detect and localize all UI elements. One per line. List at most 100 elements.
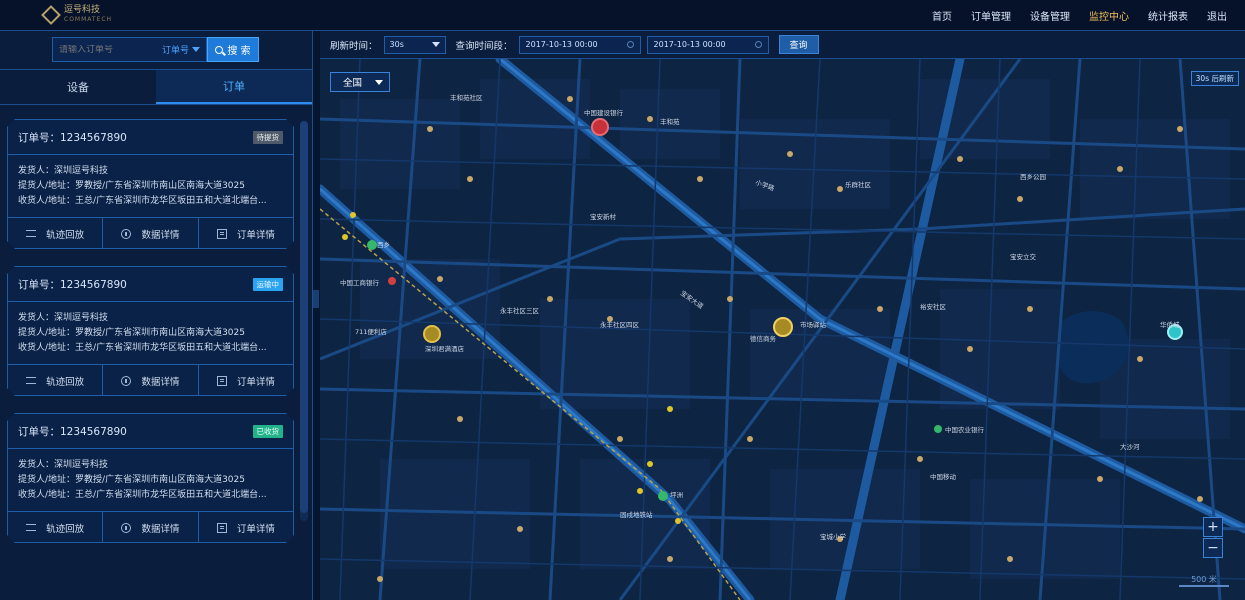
map-label: 华侨城 bbox=[1160, 320, 1180, 329]
receiver-line: 收货人/地址：王总/广东省深圳市龙华区坂田五和大道北端台... bbox=[18, 343, 267, 353]
map-canvas[interactable]: 中国建设银行 丰和苑 乐群社区 宝安大道 小学路 西乡 永丰社区四区 宝安新村 … bbox=[320, 59, 1245, 600]
document-icon bbox=[216, 228, 227, 239]
order-card[interactable]: 订单号：1234567890 运输中发货人：深圳逗号科技提货人/地址：罗教授/广东… bbox=[7, 266, 294, 396]
status-badge: 运输中 bbox=[252, 277, 283, 291]
top-navbar: 逗号科技 COMMATECH 首页 订单管理 设备管理 监控中心 统计报表 退出 bbox=[0, 0, 1245, 31]
nav-devices[interactable]: 设备管理 bbox=[1030, 8, 1070, 23]
action-label: 轨迹回放 bbox=[46, 523, 85, 535]
order-sidebar: 订单号 搜 索 设备 订单 订单号：1234567890 待提货发货人：深圳逗号科… bbox=[0, 31, 313, 600]
end-time-value: 2017-10-13 00:00 bbox=[653, 40, 726, 49]
map-label: 丰和苑 bbox=[660, 117, 680, 126]
order-card-actions: 轨迹回放 数据详情 订单详情 bbox=[8, 364, 293, 396]
refresh-interval-value: 30s bbox=[389, 40, 404, 49]
end-time-input[interactable]: 2017-10-13 00:00 bbox=[646, 35, 769, 54]
search-type-dropdown[interactable]: 订单号 bbox=[162, 43, 200, 56]
action-label: 数据详情 bbox=[141, 523, 180, 535]
search-button[interactable]: 搜 索 bbox=[207, 37, 259, 62]
data-detail-button[interactable]: 数据详情 bbox=[103, 512, 199, 543]
order-detail-button[interactable]: 订单详情 bbox=[199, 218, 293, 249]
action-label: 数据详情 bbox=[141, 229, 180, 241]
order-card-actions: 轨迹回放 数据详情 订单详情 bbox=[8, 217, 293, 249]
order-detail-button[interactable]: 订单详情 bbox=[199, 512, 293, 543]
order-number: 订单号：1234567890 bbox=[18, 278, 127, 291]
zoom-in-button[interactable]: + bbox=[1203, 517, 1223, 537]
chevron-down-icon bbox=[192, 47, 200, 52]
track-playback-button[interactable]: 轨迹回放 bbox=[8, 512, 104, 543]
map-label: 裕安社区 bbox=[920, 302, 947, 311]
order-detail-button[interactable]: 订单详情 bbox=[199, 365, 293, 396]
nav-orders[interactable]: 订单管理 bbox=[971, 8, 1011, 23]
order-card[interactable]: 订单号：1234567890 已收货发货人：深圳逗号科技 提货人/地址：罗教授/广东… bbox=[7, 413, 294, 543]
search-type-label: 订单号 bbox=[161, 46, 189, 56]
map-label: 中国农业银行 bbox=[945, 425, 985, 434]
map-label: 德信商务 bbox=[750, 334, 777, 343]
map-label: 深圳君满酒店 bbox=[425, 344, 465, 353]
query-button[interactable]: 查询 bbox=[778, 35, 819, 54]
document-icon bbox=[216, 522, 227, 533]
map-label: 乐群社区 bbox=[845, 180, 872, 189]
logo-name: 逗号科技 bbox=[64, 5, 101, 15]
logo-subtitle: COMMATECH bbox=[64, 16, 113, 23]
chevron-down-icon bbox=[375, 79, 383, 85]
clock-icon bbox=[626, 41, 634, 48]
map-label: 711便利店 bbox=[355, 327, 387, 336]
action-label: 订单详情 bbox=[236, 376, 275, 388]
map-label: 市场驿站 bbox=[800, 320, 827, 329]
pickup-line: 提货人/地址：罗教授/广东省深圳市南山区南海大道3025 bbox=[18, 181, 245, 191]
info-icon bbox=[121, 228, 132, 239]
order-card-header: 订单号：1234567890 待提货 bbox=[8, 120, 293, 155]
tab-devices[interactable]: 设备 bbox=[0, 70, 156, 104]
search-box: 订单号 bbox=[52, 37, 207, 62]
document-icon bbox=[216, 375, 227, 386]
order-card-body: 发货人：深圳逗号科技 提货人/地址：罗教授/广东省深圳市南山区南海大道3025 收货… bbox=[8, 449, 293, 511]
order-card[interactable]: 订单号：1234567890 待提货发货人：深圳逗号科技提货人/地址：罗教授/广东… bbox=[7, 119, 294, 249]
data-detail-button[interactable]: 数据详情 bbox=[103, 365, 199, 396]
nav-monitor[interactable]: 监控中心 bbox=[1089, 8, 1129, 23]
scrollbar-thumb[interactable] bbox=[300, 121, 308, 513]
map-toolbar: 刷新时间： 30s 查询时间段： 2017-10-13 00:00 2017-1… bbox=[320, 31, 1245, 59]
action-label: 轨迹回放 bbox=[46, 229, 85, 241]
clock-icon bbox=[754, 41, 762, 48]
start-time-input[interactable]: 2017-10-13 00:00 bbox=[518, 35, 641, 54]
search-button-label: 搜 索 bbox=[227, 46, 251, 57]
sidebar-tabs: 设备 订单 bbox=[0, 69, 312, 105]
tab-orders[interactable]: 订单 bbox=[156, 70, 312, 104]
region-select[interactable]: 全国 bbox=[330, 72, 390, 92]
track-playback-button[interactable]: 轨迹回放 bbox=[8, 365, 104, 396]
map-label: 宝安立交 bbox=[1010, 252, 1037, 261]
data-detail-button[interactable]: 数据详情 bbox=[103, 218, 199, 249]
search-row: 订单号 搜 索 bbox=[0, 31, 312, 68]
nav-reports[interactable]: 统计报表 bbox=[1148, 8, 1188, 23]
map-label: 固戍地铁站 bbox=[620, 510, 653, 519]
order-card-header: 订单号：1234567890 运输中 bbox=[8, 267, 293, 302]
map-label: 永丰社区四区 bbox=[600, 320, 640, 329]
map-label: 中国移动 bbox=[930, 472, 957, 481]
status-badge: 已收货 bbox=[252, 424, 283, 438]
logo-icon bbox=[41, 5, 61, 25]
sidebar-collapse-handle[interactable] bbox=[313, 290, 319, 308]
pickup-line: 提货人/地址：罗教授/广东省深圳市南山区南海大道3025 bbox=[18, 475, 245, 485]
map-label: 大沙河 bbox=[1120, 442, 1140, 451]
nav-logout[interactable]: 退出 bbox=[1207, 8, 1227, 23]
sidebar-scrollbar[interactable] bbox=[300, 121, 308, 521]
order-number: 订单号：1234567890 bbox=[18, 425, 127, 438]
info-icon bbox=[121, 522, 132, 533]
track-playback-button[interactable]: 轨迹回放 bbox=[8, 218, 104, 249]
refresh-interval-select[interactable]: 30s bbox=[383, 35, 446, 54]
route-icon bbox=[26, 230, 37, 237]
refresh-countdown: 30s 后刷新 bbox=[1190, 71, 1239, 86]
brand-logo[interactable]: 逗号科技 COMMATECH bbox=[41, 5, 113, 25]
chevron-down-icon bbox=[431, 42, 440, 47]
map-label: 西乡公园 bbox=[1020, 173, 1046, 181]
pickup-line: 提货人/地址：罗教授/广东省深圳市南山区南海大道3025 bbox=[18, 328, 245, 338]
search-input[interactable] bbox=[59, 44, 162, 55]
monitor-map-panel: 刷新时间： 30s 查询时间段： 2017-10-13 00:00 2017-1… bbox=[320, 31, 1245, 600]
map-label: 中国建设银行 bbox=[584, 108, 624, 117]
nav-home[interactable]: 首页 bbox=[932, 8, 952, 23]
action-label: 轨迹回放 bbox=[46, 376, 85, 388]
start-time-value: 2017-10-13 00:00 bbox=[525, 40, 598, 49]
shipper-line: 发货人：深圳逗号科技 bbox=[18, 313, 109, 323]
action-label: 数据详情 bbox=[141, 376, 180, 388]
zoom-out-button[interactable]: − bbox=[1203, 538, 1223, 558]
shipper-line: 发货人：深圳逗号科技 bbox=[18, 166, 109, 176]
